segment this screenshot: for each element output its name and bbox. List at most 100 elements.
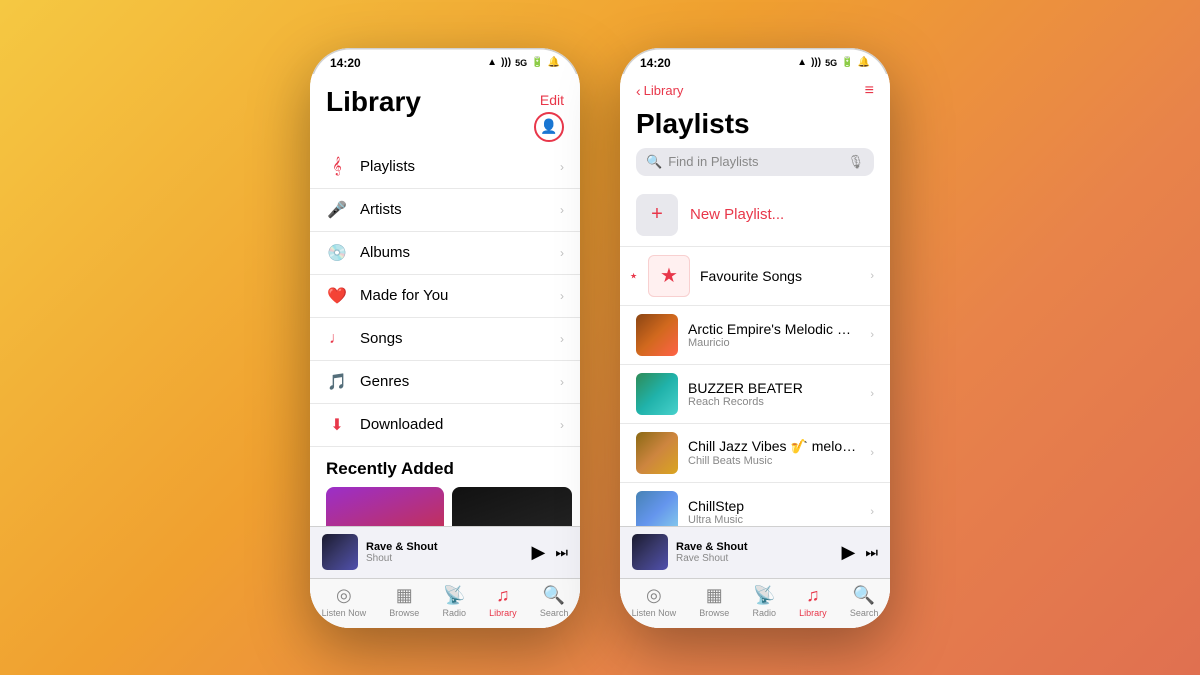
now-playing-artist-right: Rave Shout (676, 553, 834, 564)
tab-library-left[interactable]: ♫ Library (489, 585, 517, 618)
playlist-item-chillstep[interactable]: ChillStep Ultra Music › (620, 483, 890, 526)
star-icon: ★ (660, 263, 678, 288)
menu-item-songs[interactable]: ♩ Songs › (310, 318, 580, 361)
playlist-list: + New Playlist... ★ ★ Favourite Songs › … (620, 184, 890, 526)
back-button[interactable]: ‹ Library (636, 83, 683, 99)
playlist-title-arctic: Arctic Empire's Melodic Dubstep & Future… (688, 321, 860, 337)
playlist-item-chill[interactable]: Chill Jazz Vibes 🎷 melodic jazz beats & … (620, 424, 890, 483)
recently-added-heading: Recently Added (310, 447, 580, 487)
play-button-right[interactable]: ▶ (842, 542, 856, 563)
playlist-item-buzzer[interactable]: BUZZER BEATER Reach Records › (620, 365, 890, 424)
albums-label: Albums (360, 244, 560, 261)
tab-search-right[interactable]: 🔍 Search (850, 585, 879, 618)
status-icons-right: ▲ ))) 5G 🔋 🔔 (797, 57, 870, 68)
playlists-screen: ‹ Library ≡ Playlists 🔍 Find in Playlist… (620, 74, 890, 628)
wifi-icon: ))) (501, 57, 511, 68)
network-icon: 5G (515, 58, 527, 68)
playlist-title-favourites: Favourite Songs (700, 268, 860, 284)
wifi-icon: ))) (811, 57, 821, 68)
tab-bar-right: ◎ Listen Now ▦ Browse 📡 Radio ♫ Library … (620, 578, 890, 628)
chevron-right-icon: › (560, 246, 564, 260)
made-for-you-label: Made for You (360, 287, 560, 304)
status-bar-right: 14:20 ▲ ))) 5G 🔋 🔔 (620, 48, 890, 74)
now-playing-bar-left[interactable]: Rave & Shout Shout ▶ ⏭ (310, 526, 580, 578)
search-label: Search (540, 608, 569, 618)
now-playing-title-left: Rave & Shout (366, 541, 524, 553)
chevron-right-icon: › (560, 375, 564, 389)
browse-label: Browse (699, 608, 729, 618)
search-icon: 🔍 (853, 585, 875, 606)
tab-listen-now-left[interactable]: ◎ Listen Now (322, 585, 367, 618)
alarm-icon: 🔔 (548, 57, 560, 68)
album-grid: Nothing To Lose (feat. Ci... Tinlicker n… (310, 487, 580, 526)
album-card-2[interactable]: never fine Do Everything, Feel Noth... n… (452, 487, 572, 526)
now-playing-controls-right: ▶ ⏭ (842, 542, 878, 563)
menu-item-downloaded[interactable]: ⬇ Downloaded › (310, 404, 580, 447)
listen-now-label: Listen Now (632, 608, 677, 618)
tab-radio-left[interactable]: 📡 Radio (442, 585, 466, 618)
tab-library-right[interactable]: ♫ Library (799, 585, 827, 618)
edit-button[interactable]: Edit (540, 92, 564, 108)
chevron-right-icon: › (560, 418, 564, 432)
tab-listen-now-right[interactable]: ◎ Listen Now (632, 585, 677, 618)
library-screen: Library Edit 👤 𝄞 Playlists › 🎤 Artists › (310, 74, 580, 628)
menu-button[interactable]: ≡ (865, 82, 874, 100)
songs-label: Songs (360, 330, 560, 347)
library-label: Library (489, 608, 517, 618)
album-card-1[interactable]: Nothing To Lose (feat. Ci... Tinlicker (326, 487, 444, 526)
playlist-thumb-buzzer (636, 373, 678, 415)
songs-icon: ♩ (326, 328, 348, 350)
avatar[interactable]: 👤 (534, 112, 564, 142)
alarm-icon: 🔔 (858, 57, 870, 68)
new-playlist-button[interactable]: + New Playlist... (620, 184, 890, 247)
tab-browse-left[interactable]: ▦ Browse (389, 585, 419, 618)
radio-label: Radio (752, 608, 776, 618)
made-for-you-icon: ❤️ (326, 285, 348, 307)
genres-label: Genres (360, 373, 560, 390)
downloaded-icon: ⬇ (326, 414, 348, 436)
artists-icon: 🎤 (326, 199, 348, 221)
skip-button-left[interactable]: ⏭ (555, 544, 568, 561)
now-playing-controls-left: ▶ ⏭ (532, 542, 568, 563)
chevron-right-icon: › (870, 270, 874, 282)
genres-icon: 🎵 (326, 371, 348, 393)
tab-radio-right[interactable]: 📡 Radio (752, 585, 776, 618)
radio-icon: 📡 (753, 585, 775, 606)
playlists-label: Playlists (360, 158, 560, 175)
playlist-item-favourites[interactable]: ★ ★ Favourite Songs › (620, 247, 890, 306)
library-header: Library Edit 👤 (310, 74, 580, 146)
search-label: Search (850, 608, 879, 618)
playlist-title-chill: Chill Jazz Vibes 🎷 melodic jazz beats & … (688, 438, 860, 455)
back-chevron-icon: ‹ (636, 83, 641, 99)
artists-label: Artists (360, 201, 560, 218)
album-thumb-2: never fine (452, 487, 572, 526)
menu-item-genres[interactable]: 🎵 Genres › (310, 361, 580, 404)
menu-item-playlists[interactable]: 𝄞 Playlists › (310, 146, 580, 189)
menu-item-albums[interactable]: 💿 Albums › (310, 232, 580, 275)
search-input[interactable]: Find in Playlists (668, 154, 841, 169)
chevron-right-icon: › (870, 329, 874, 341)
playlist-subtitle-arctic: Mauricio (688, 337, 860, 349)
playlist-item-arctic[interactable]: Arctic Empire's Melodic Dubstep & Future… (620, 306, 890, 365)
phone-right: 14:20 ▲ ))) 5G 🔋 🔔 ‹ Library ≡ Playlists… (620, 48, 890, 628)
play-button-left[interactable]: ▶ (532, 542, 546, 563)
radio-icon: 📡 (443, 585, 465, 606)
tab-bar-left: ◎ Listen Now ▦ Browse 📡 Radio ♫ Library … (310, 578, 580, 628)
playlist-thumb-chillstep (636, 491, 678, 526)
tab-browse-right[interactable]: ▦ Browse (699, 585, 729, 618)
now-playing-bar-right[interactable]: Rave & Shout Rave Shout ▶ ⏭ (620, 526, 890, 578)
menu-item-made-for-you[interactable]: ❤️ Made for You › (310, 275, 580, 318)
phone-left: 14:20 ▲ ))) 5G 🔋 🔔 Library Edit 👤 𝄞 (310, 48, 580, 628)
menu-item-artists[interactable]: 🎤 Artists › (310, 189, 580, 232)
browse-icon: ▦ (396, 585, 413, 606)
playlist-search[interactable]: 🔍 Find in Playlists 🎙 (636, 148, 874, 176)
tab-search-left[interactable]: 🔍 Search (540, 585, 569, 618)
playlists-nav: ‹ Library ≡ (620, 74, 890, 104)
playlist-info-favourites: Favourite Songs (700, 268, 860, 284)
library-icon: ♫ (806, 585, 820, 606)
playlist-thumb-chill (636, 432, 678, 474)
search-icon: 🔍 (646, 154, 662, 170)
playlist-info-chill: Chill Jazz Vibes 🎷 melodic jazz beats & … (688, 438, 860, 467)
chevron-right-icon: › (560, 203, 564, 217)
skip-button-right[interactable]: ⏭ (865, 544, 878, 561)
